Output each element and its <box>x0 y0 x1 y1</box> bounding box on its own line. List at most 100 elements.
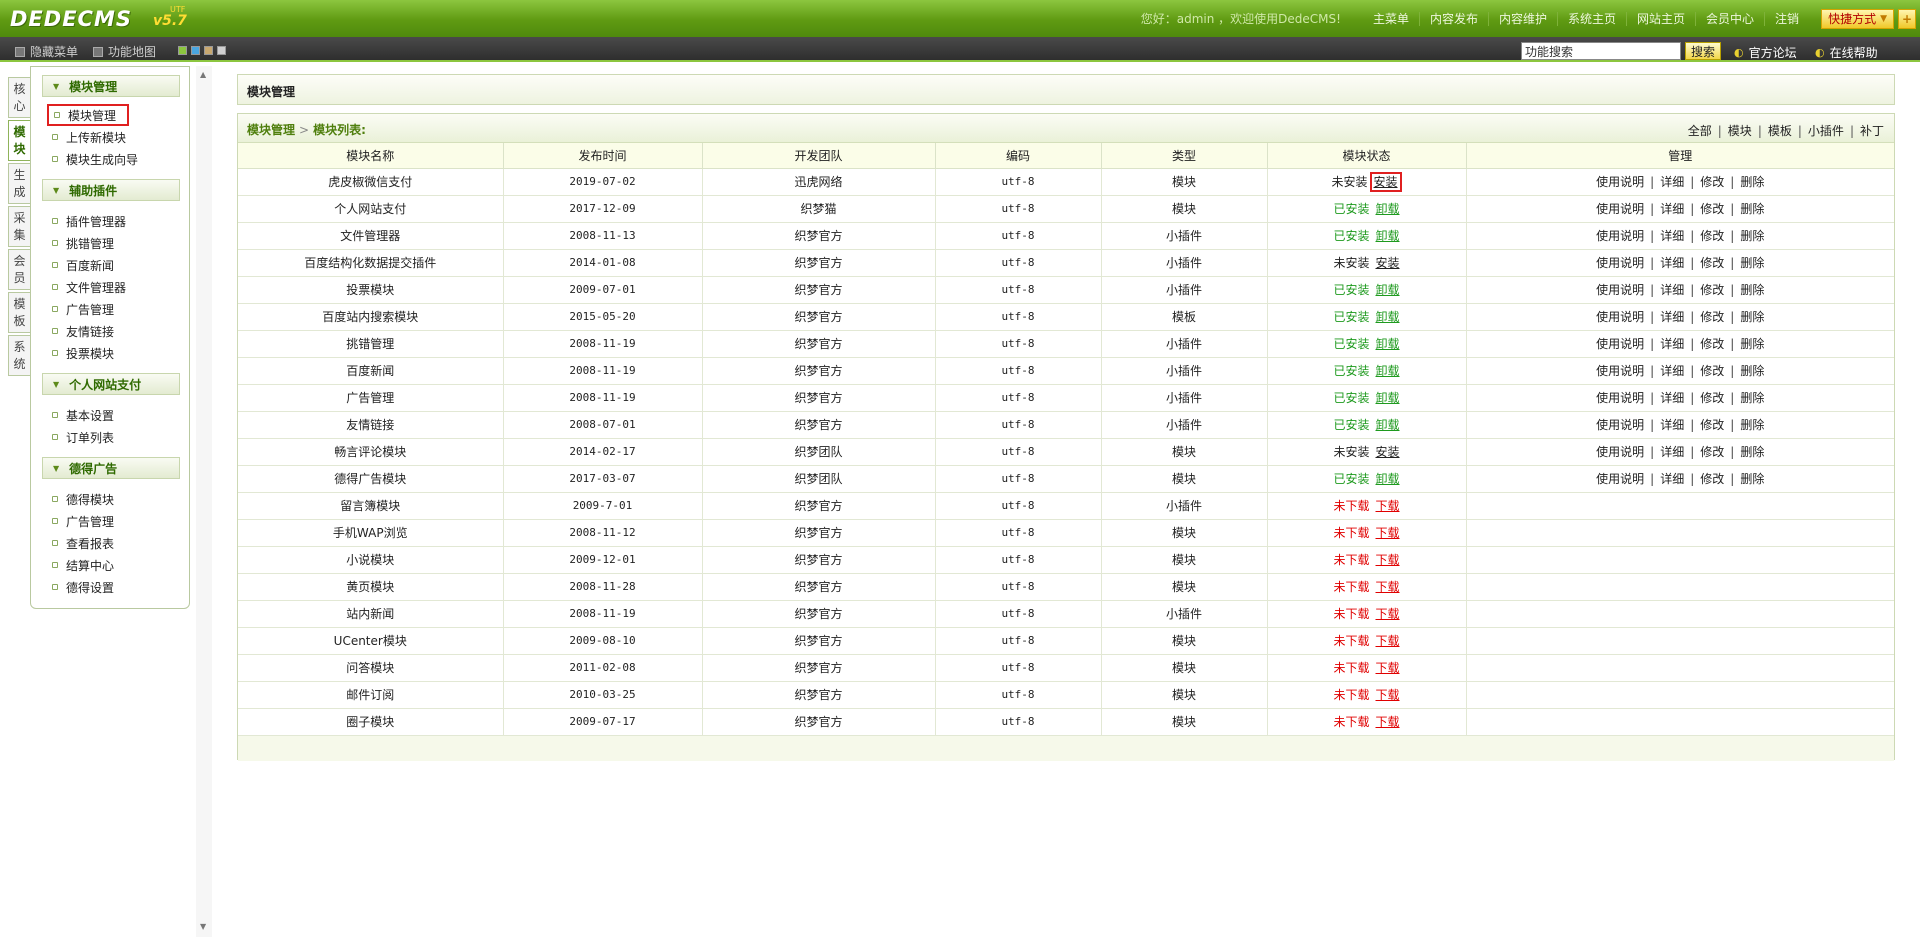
manage-action-link[interactable]: 删除 <box>1740 283 1764 297</box>
theme-swatch-gray[interactable] <box>217 46 226 55</box>
status-action-link[interactable]: 卸载 <box>1376 337 1400 351</box>
manage-action-link[interactable]: 使用说明 <box>1596 472 1644 486</box>
menu-item[interactable]: 基本设置 <box>45 404 189 426</box>
scroll-up-icon[interactable]: ▲ <box>200 70 206 79</box>
manage-action-link[interactable]: 删除 <box>1740 202 1764 216</box>
filter-link[interactable]: 补丁 <box>1860 124 1884 138</box>
status-action-link[interactable]: 卸载 <box>1376 364 1400 378</box>
menu-item[interactable]: 结算中心 <box>45 554 189 576</box>
status-action-link[interactable]: 卸载 <box>1376 418 1400 432</box>
status-action-link[interactable]: 安装 <box>1376 445 1400 459</box>
manage-action-link[interactable]: 删除 <box>1740 337 1764 351</box>
status-action-link[interactable]: 下载 <box>1376 661 1400 675</box>
menu-item[interactable]: 德得设置 <box>45 576 189 598</box>
manage-action-link[interactable]: 详细 <box>1660 472 1684 486</box>
status-action-link[interactable]: 卸载 <box>1376 283 1400 297</box>
menu-item[interactable]: 友情链接 <box>45 320 189 342</box>
status-action-link[interactable]: 卸载 <box>1376 202 1400 216</box>
manage-action-link[interactable]: 使用说明 <box>1596 418 1644 432</box>
manage-action-link[interactable]: 使用说明 <box>1596 445 1644 459</box>
vtab-0[interactable]: 核心 <box>8 77 30 118</box>
menu-item[interactable]: 查看报表 <box>45 532 189 554</box>
status-action-link[interactable]: 下载 <box>1376 526 1400 540</box>
menu-item[interactable]: 插件管理器 <box>45 210 189 232</box>
manage-action-link[interactable]: 详细 <box>1660 283 1684 297</box>
status-action-link[interactable]: 卸载 <box>1376 229 1400 243</box>
menu-item[interactable]: 模块管理 <box>47 104 129 126</box>
manage-action-link[interactable]: 删除 <box>1740 175 1764 189</box>
theme-swatch-tan[interactable] <box>204 46 213 55</box>
menu-item[interactable]: 广告管理 <box>45 298 189 320</box>
menu-item[interactable]: 上传新模块 <box>45 126 189 148</box>
filter-link[interactable]: 小插件 <box>1808 124 1844 138</box>
vtab-2[interactable]: 生成 <box>8 163 30 204</box>
manage-action-link[interactable]: 使用说明 <box>1596 229 1644 243</box>
manage-action-link[interactable]: 修改 <box>1700 445 1724 459</box>
nav-member-center[interactable]: 会员中心 <box>1695 11 1764 26</box>
filter-link[interactable]: 模板 <box>1768 124 1792 138</box>
menu-item[interactable]: 百度新闻 <box>45 254 189 276</box>
manage-action-link[interactable]: 详细 <box>1660 418 1684 432</box>
manage-action-link[interactable]: 详细 <box>1660 256 1684 270</box>
manage-action-link[interactable]: 删除 <box>1740 229 1764 243</box>
vtab-4[interactable]: 会员 <box>8 249 30 290</box>
manage-action-link[interactable]: 详细 <box>1660 202 1684 216</box>
quick-menu-button[interactable]: 快捷方式 ▼ <box>1821 8 1894 29</box>
scroll-down-icon[interactable]: ▼ <box>200 922 206 931</box>
manage-action-link[interactable]: 详细 <box>1660 175 1684 189</box>
manage-action-link[interactable]: 使用说明 <box>1596 283 1644 297</box>
manage-action-link[interactable]: 修改 <box>1700 310 1724 324</box>
menu-group-header[interactable]: ▼ 德得广告 <box>42 457 180 479</box>
manage-action-link[interactable]: 删除 <box>1740 418 1764 432</box>
status-action-link[interactable]: 卸载 <box>1376 310 1400 324</box>
status-action-link[interactable]: 下载 <box>1376 553 1400 567</box>
manage-action-link[interactable]: 删除 <box>1740 310 1764 324</box>
menu-group-header[interactable]: ▼ 模块管理 <box>42 75 180 97</box>
status-action-link[interactable]: 下载 <box>1376 499 1400 513</box>
manage-action-link[interactable]: 使用说明 <box>1596 337 1644 351</box>
status-action-link[interactable]: 卸载 <box>1376 472 1400 486</box>
menu-item[interactable]: 订单列表 <box>45 426 189 448</box>
manage-action-link[interactable]: 修改 <box>1700 202 1724 216</box>
breadcrumb-module-manage[interactable]: 模块管理 <box>247 123 295 137</box>
status-action-link[interactable]: 安装 <box>1369 172 1402 192</box>
nav-logout[interactable]: 注销 <box>1764 11 1809 26</box>
status-action-link[interactable]: 安装 <box>1376 256 1400 270</box>
menu-item[interactable]: 文件管理器 <box>45 276 189 298</box>
nav-content-publish[interactable]: 内容发布 <box>1418 11 1488 26</box>
menu-group-header[interactable]: ▼ 辅助插件 <box>42 179 180 201</box>
manage-action-link[interactable]: 删除 <box>1740 445 1764 459</box>
menu-item[interactable]: 模块生成向导 <box>45 148 189 170</box>
menu-group-header[interactable]: ▼ 个人网站支付 <box>42 373 180 395</box>
status-action-link[interactable]: 下载 <box>1376 715 1400 729</box>
function-search-input[interactable] <box>1521 42 1681 60</box>
manage-action-link[interactable]: 详细 <box>1660 445 1684 459</box>
manage-action-link[interactable]: 使用说明 <box>1596 202 1644 216</box>
nav-site-home[interactable]: 网站主页 <box>1626 11 1695 26</box>
manage-action-link[interactable]: 删除 <box>1740 256 1764 270</box>
manage-action-link[interactable]: 修改 <box>1700 391 1724 405</box>
manage-action-link[interactable]: 详细 <box>1660 337 1684 351</box>
menu-item[interactable]: 投票模块 <box>45 342 189 364</box>
menu-item[interactable]: 挑错管理 <box>45 232 189 254</box>
filter-link[interactable]: 模块 <box>1728 124 1752 138</box>
help-link[interactable]: ◐ 在线帮助 <box>1815 44 1878 61</box>
manage-action-link[interactable]: 修改 <box>1700 364 1724 378</box>
manage-action-link[interactable]: 详细 <box>1660 391 1684 405</box>
manage-action-link[interactable]: 删除 <box>1740 472 1764 486</box>
theme-swatch-blue[interactable] <box>191 46 200 55</box>
manage-action-link[interactable]: 使用说明 <box>1596 256 1644 270</box>
theme-swatch-green[interactable] <box>178 46 187 55</box>
status-action-link[interactable]: 卸载 <box>1376 391 1400 405</box>
nav-main-menu[interactable]: 主菜单 <box>1363 12 1419 26</box>
filter-link[interactable]: 全部 <box>1688 124 1712 138</box>
search-button[interactable]: 搜索 <box>1685 42 1721 60</box>
status-action-link[interactable]: 下载 <box>1376 607 1400 621</box>
manage-action-link[interactable]: 详细 <box>1660 229 1684 243</box>
manage-action-link[interactable]: 修改 <box>1700 337 1724 351</box>
manage-action-link[interactable]: 详细 <box>1660 310 1684 324</box>
scroll-strip[interactable] <box>196 66 212 937</box>
manage-action-link[interactable]: 修改 <box>1700 175 1724 189</box>
menu-item[interactable]: 德得模块 <box>45 488 189 510</box>
nav-content-maintain[interactable]: 内容维护 <box>1487 11 1557 26</box>
